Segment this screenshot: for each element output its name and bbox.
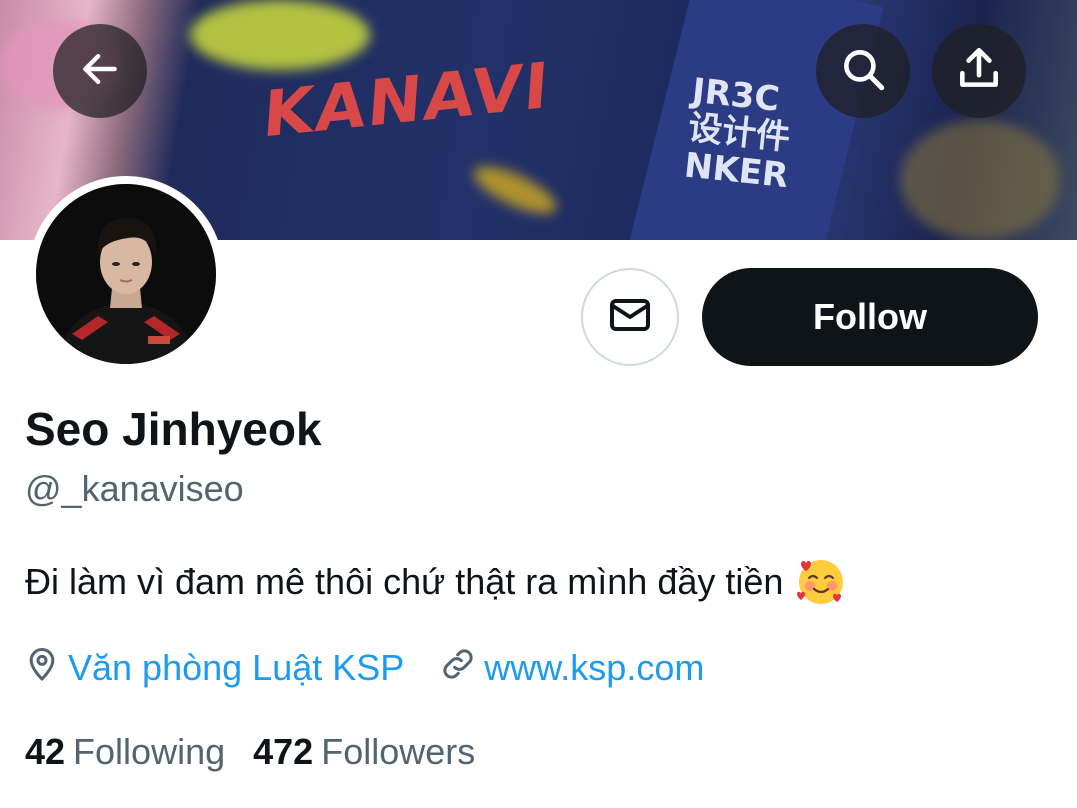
banner-decor (467, 157, 563, 223)
website-link[interactable]: www.ksp.com (484, 647, 704, 689)
arrow-left-icon (78, 47, 122, 96)
smiling-face-with-hearts-icon (795, 556, 847, 608)
following-count: 42 (25, 731, 66, 772)
banner-sponsor-text: JR3C 设计件 NKER (682, 70, 792, 196)
profile-meta: Văn phòng Luật KSP www.ksp.com (22, 646, 704, 690)
profile-stats: 42 Following 472 Followers (25, 731, 475, 773)
avatar-photo (36, 184, 216, 364)
message-button[interactable] (581, 268, 679, 366)
profile-website[interactable]: www.ksp.com (438, 644, 704, 693)
followers-link[interactable]: 472 Followers (253, 731, 475, 773)
banner-decor (190, 0, 370, 70)
share-button[interactable] (932, 24, 1026, 118)
avatar[interactable] (36, 184, 216, 364)
back-button[interactable] (53, 24, 147, 118)
following-label: Following (73, 731, 226, 772)
profile-bio: Đi làm vì đam mê thôi chứ thật ra mình đ… (25, 556, 847, 608)
profile-name: Seo Jinhyeok (25, 403, 322, 455)
link-icon (438, 644, 478, 693)
profile-location: Văn phòng Luật KSP (22, 644, 404, 693)
mail-icon (606, 291, 654, 344)
followers-label: Followers (321, 731, 476, 772)
search-button[interactable] (816, 24, 910, 118)
profile-handle: @_kanaviseo (25, 468, 244, 509)
search-icon (838, 44, 888, 99)
banner-decor (900, 120, 1060, 240)
followers-count: 472 (253, 731, 314, 772)
bio-text: Đi làm vì đam mê thôi chứ thật ra mình đ… (25, 561, 784, 602)
following-link[interactable]: 42 Following (25, 731, 225, 773)
share-upload-icon (954, 44, 1004, 99)
location-text: Văn phòng Luật KSP (68, 647, 405, 688)
avatar-frame[interactable] (28, 176, 224, 372)
follow-button[interactable]: Follow (702, 268, 1038, 366)
location-pin-icon (22, 644, 62, 693)
